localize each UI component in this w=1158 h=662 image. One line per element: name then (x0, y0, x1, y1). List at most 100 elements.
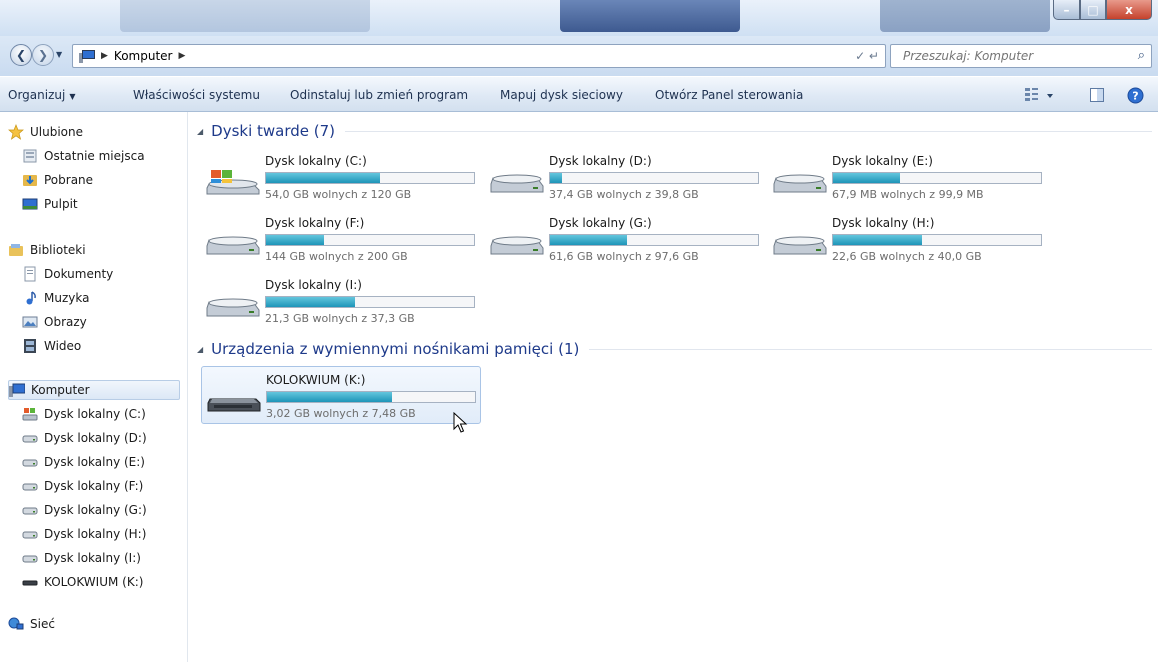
nav-libraries[interactable]: Biblioteki (8, 240, 86, 260)
view-options-icon[interactable] (1024, 87, 1056, 103)
drive-tile-h[interactable]: Dysk lokalny (H:) 22,6 GB wolnych z 40,0… (768, 210, 1048, 268)
breadcrumb-separator-icon[interactable]: ▶ (178, 51, 185, 61)
breadcrumb-separator-icon[interactable]: ▶ (101, 51, 108, 61)
close-button[interactable]: x (1106, 0, 1152, 20)
nav-item-drive-c[interactable]: Dysk lokalny (C:) (22, 404, 146, 424)
drive-free-space: 61,6 GB wolnych z 97,6 GB (549, 250, 699, 263)
capacity-bar (549, 234, 759, 246)
nav-item-drive-h[interactable]: Dysk lokalny (H:) (22, 524, 146, 544)
group-title: Urządzenia z wymiennymi nośnikami pamięc… (211, 340, 580, 358)
nav-item-label: Pulpit (44, 197, 78, 211)
drive-tile-f[interactable]: Dysk lokalny (F:) 144 GB wolnych z 200 G… (201, 210, 481, 268)
refresh-icon[interactable]: ✓ ↵ (855, 49, 879, 63)
nav-item-drive-k[interactable]: KOLOKWIUM (K:) (22, 572, 143, 592)
breadcrumb-computer[interactable]: Komputer (114, 49, 173, 63)
desktop-icon (22, 198, 38, 210)
organize-button[interactable]: Organizuj ▼ (8, 88, 75, 102)
search-input[interactable] (901, 48, 1121, 64)
libraries-icon (9, 244, 23, 256)
organize-label: Organizuj (8, 88, 66, 102)
command-bar: Organizuj ▼ Właściwości systemu Odinstalu… (0, 76, 1158, 112)
usb-drive-icon (22, 580, 38, 586)
forward-arrow-icon: ❯ (37, 48, 49, 62)
drive-tile-e[interactable]: Dysk lokalny (E:) 67,9 MB wolnych z 99,9… (768, 148, 1048, 206)
drive-free-space: 3,02 GB wolnych z 7,48 GB (266, 407, 416, 420)
capacity-bar (266, 391, 476, 403)
drive-free-space: 144 GB wolnych z 200 GB (265, 250, 408, 263)
nav-item-drive-g[interactable]: Dysk lokalny (G:) (22, 500, 147, 520)
search-box[interactable]: ⌕ (890, 44, 1152, 68)
drive-name: Dysk lokalny (E:) (832, 154, 933, 168)
drive-tile-d[interactable]: Dysk lokalny (D:) 37,4 GB wolnych z 39,8… (485, 148, 765, 206)
network-icon (8, 617, 24, 630)
nav-item-label: Dysk lokalny (H:) (44, 527, 147, 541)
drive-name: Dysk lokalny (F:) (265, 216, 365, 230)
videos-icon (24, 339, 36, 353)
forward-button[interactable]: ❯ (32, 44, 54, 66)
map-network-drive-button[interactable]: Mapuj dysk sieciowy (500, 88, 623, 102)
nav-item-label: Ostatnie miejsca (44, 149, 145, 163)
chevron-down-icon: ▼ (69, 92, 76, 101)
drive-free-space: 54,0 GB wolnych z 120 GB (265, 188, 412, 201)
collapse-triangle-icon[interactable]: ◢ (197, 127, 203, 136)
nav-item-drive-d[interactable]: Dysk lokalny (D:) (22, 428, 147, 448)
back-button[interactable]: ❮ (10, 44, 32, 66)
nav-item-drive-e[interactable]: Dysk lokalny (E:) (22, 452, 145, 472)
nav-network-label: Sieć (30, 617, 55, 631)
capacity-bar (549, 172, 759, 184)
nav-item-documents[interactable]: Dokumenty (22, 264, 113, 284)
drive-tile-k[interactable]: KOLOKWIUM (K:) 3,02 GB wolnych z 7,48 GB (201, 366, 481, 424)
hard-drive-icon (206, 236, 260, 255)
capacity-bar (265, 234, 475, 246)
nav-item-music[interactable]: Muzyka (22, 288, 89, 308)
maximize-button[interactable]: □ (1080, 0, 1106, 20)
nav-item-label: Dysk lokalny (F:) (44, 479, 144, 493)
nav-item-desktop[interactable]: Pulpit (22, 194, 78, 214)
group-header-hard-drives[interactable]: ◢ Dyski twarde (7) (197, 122, 1152, 140)
pictures-icon (22, 316, 38, 328)
nav-computer[interactable]: Komputer (8, 380, 180, 400)
hard-drive-icon (22, 507, 38, 515)
uninstall-program-button[interactable]: Odinstaluj lub zmień program (290, 88, 468, 102)
minimize-button[interactable]: – (1053, 0, 1080, 20)
address-bar[interactable]: ▶ Komputer ▶ ✓ ↵ (72, 44, 886, 68)
hard-drive-icon (22, 555, 38, 563)
history-dropdown-icon[interactable]: ▼ (56, 50, 62, 59)
drive-name: KOLOKWIUM (K:) (266, 373, 366, 387)
drive-tile-i[interactable]: Dysk lokalny (I:) 21,3 GB wolnych z 37,3… (201, 272, 481, 330)
drive-tile-g[interactable]: Dysk lokalny (G:) 61,6 GB wolnych z 97,6… (485, 210, 765, 268)
hard-drive-icon (490, 174, 544, 193)
system-drive-icon (206, 170, 260, 195)
open-control-panel-button[interactable]: Otwórz Panel sterowania (655, 88, 803, 102)
collapse-triangle-icon[interactable]: ◢ (197, 345, 203, 354)
help-icon[interactable]: ? (1127, 87, 1144, 104)
capacity-bar (832, 172, 1042, 184)
hard-drive-icon (773, 236, 827, 255)
capacity-bar (265, 296, 475, 308)
system-drive-icon (22, 408, 38, 421)
hard-drive-icon (490, 236, 544, 255)
nav-item-drive-f[interactable]: Dysk lokalny (F:) (22, 476, 143, 496)
system-properties-button[interactable]: Właściwości systemu (133, 88, 260, 102)
hard-drive-icon (22, 435, 38, 443)
group-divider (345, 130, 1152, 132)
drive-free-space: 21,3 GB wolnych z 37,3 GB (265, 312, 415, 325)
nav-favorites[interactable]: Ulubione (8, 122, 83, 142)
nav-item-recent-places[interactable]: Ostatnie miejsca (22, 146, 145, 166)
nav-item-label: Muzyka (44, 291, 90, 305)
preview-pane-icon[interactable] (1089, 87, 1105, 103)
nav-item-drive-i[interactable]: Dysk lokalny (I:) (22, 548, 141, 568)
search-icon[interactable]: ⌕ (1138, 48, 1145, 63)
group-header-removable[interactable]: ◢ Urządzenia z wymiennymi nośnikami pami… (197, 340, 1152, 358)
nav-item-videos[interactable]: Wideo (22, 336, 81, 356)
nav-network[interactable]: Sieć (8, 614, 55, 634)
nav-computer-label: Komputer (31, 383, 90, 397)
nav-item-downloads[interactable]: Pobrane (22, 170, 93, 190)
nav-item-label: KOLOKWIUM (K:) (44, 575, 144, 589)
nav-item-pictures[interactable]: Obrazy (22, 312, 87, 332)
title-blur (880, 0, 1050, 32)
drive-tile-c[interactable]: Dysk lokalny (C:) 54,0 GB wolnych z 120 … (201, 148, 481, 206)
capacity-fill (266, 173, 381, 183)
documents-icon (24, 266, 36, 282)
drive-free-space: 37,4 GB wolnych z 39,8 GB (549, 188, 699, 201)
